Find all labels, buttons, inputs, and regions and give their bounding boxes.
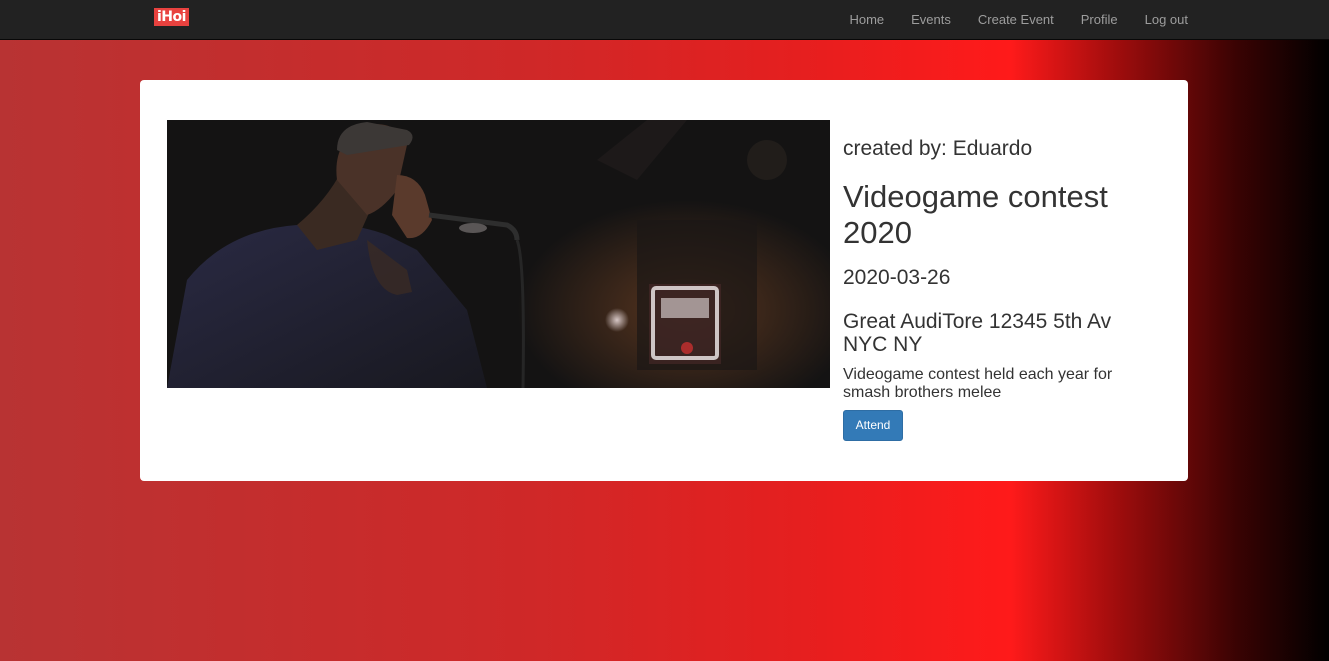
nav-item-profile: Profile <box>1067 0 1131 40</box>
top-navbar: iHoi Home Events Create Event Profile Lo… <box>0 0 1329 40</box>
nav-item-home: Home <box>836 0 898 40</box>
nav-link-profile[interactable]: Profile <box>1067 0 1131 40</box>
attend-button[interactable]: Attend <box>843 410 903 441</box>
nav-item-logout: Log out <box>1131 0 1188 40</box>
nav-link-create-event[interactable]: Create Event <box>964 0 1067 40</box>
event-image <box>167 120 830 388</box>
event-detail-panel: created by: Eduardo Videogame contest 20… <box>140 80 1188 481</box>
singer-photo-illustration <box>167 120 830 388</box>
event-location: Great AudiTore 12345 5th Av NYC NY <box>843 310 1112 356</box>
nav-link-events[interactable]: Events <box>898 0 965 40</box>
nav-link-logout[interactable]: Log out <box>1131 0 1188 40</box>
event-title: Videogame contest 2020 <box>843 179 1108 250</box>
event-creator: created by: Eduardo <box>843 137 1033 160</box>
nav-item-create-event: Create Event <box>964 0 1067 40</box>
nav-item-events: Events <box>898 0 965 40</box>
brand-logo[interactable]: iHoi <box>154 8 189 26</box>
event-description: Videogame contest held each year for sma… <box>843 366 1113 401</box>
nav-link-home[interactable]: Home <box>836 0 898 40</box>
event-date: 2020-03-26 <box>843 266 951 289</box>
nav-menu: Home Events Create Event Profile Log out <box>836 0 1188 40</box>
